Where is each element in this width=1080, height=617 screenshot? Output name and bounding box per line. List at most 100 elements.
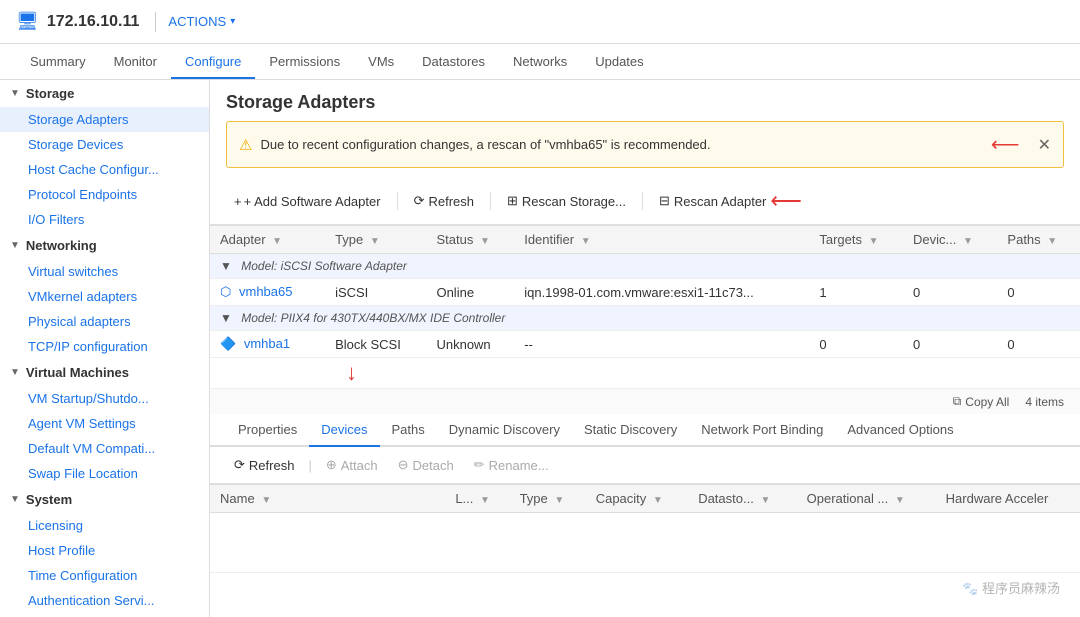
add-software-adapter-button[interactable]: + + Add Software Adapter xyxy=(226,190,389,213)
model-label-2: ▼ Model: PIIX4 for 430TX/440BX/MX IDE Co… xyxy=(210,306,1080,331)
sub-tab-dynamic-discovery[interactable]: Dynamic Discovery xyxy=(437,414,572,447)
tab-configure[interactable]: Configure xyxy=(171,46,255,79)
col-paths[interactable]: Paths ▼ xyxy=(997,226,1080,254)
identifier-cell: iqn.1998-01.com.vmware:esxi1-11c73... xyxy=(514,279,809,306)
empty-row xyxy=(210,513,1080,573)
sidebar-item-host-cache[interactable]: Host Cache Configur... xyxy=(0,157,209,182)
sidebar-item-host-profile[interactable]: Host Profile xyxy=(0,538,209,563)
devices-table-container[interactable]: Name ▼ L... ▼ Type ▼ Capacity ▼ Datasto.… xyxy=(210,484,1080,617)
sidebar-item-time-config[interactable]: Time Configuration xyxy=(0,563,209,588)
col-type[interactable]: Type ▼ xyxy=(325,226,426,254)
sidebar-item-agent-vm-settings[interactable]: Agent VM Settings xyxy=(0,411,209,436)
header: 🖥 172.16.10.11 ACTIONS ▾ xyxy=(0,0,1080,44)
sort-icon: ▼ xyxy=(261,495,271,506)
adapter-toolbar: + + Add Software Adapter ⟳ Refresh ⊞ Res… xyxy=(210,178,1080,225)
rescan-adapter-button[interactable]: ⊟ Rescan Adapter ⟵ xyxy=(651,184,810,218)
sidebar-item-physical-adapters[interactable]: Physical adapters xyxy=(0,309,209,334)
model-label: ▼ Model: iSCSI Software Adapter xyxy=(210,254,1080,279)
sidebar-item-io-filters[interactable]: I/O Filters xyxy=(0,207,209,232)
sidebar-item-virtual-switches[interactable]: Virtual switches xyxy=(0,259,209,284)
copy-all-button[interactable]: ⧉ Copy All xyxy=(953,394,1010,409)
sidebar-item-tcpip-config[interactable]: TCP/IP configuration xyxy=(0,334,209,359)
sidebar-item-default-vm-compat[interactable]: Default VM Compati... xyxy=(0,436,209,461)
tab-monitor[interactable]: Monitor xyxy=(100,46,171,79)
col-devices[interactable]: Devic... ▼ xyxy=(903,226,997,254)
col-targets[interactable]: Targets ▼ xyxy=(809,226,903,254)
sidebar-item-auth-services[interactable]: Authentication Servi... xyxy=(0,588,209,613)
dev-col-capacity[interactable]: Capacity ▼ xyxy=(586,485,688,513)
sub-tab-network-port-binding[interactable]: Network Port Binding xyxy=(689,414,835,447)
adapter-link[interactable]: vmhba1 xyxy=(244,336,290,351)
devices-refresh-button[interactable]: ⟳ Refresh xyxy=(226,453,302,477)
content-area: Storage Adapters ⚠ Due to recent configu… xyxy=(210,80,1080,617)
sidebar-item-vmkernel-adapters[interactable]: VMkernel adapters xyxy=(0,284,209,309)
arrow-icon: ▼ xyxy=(10,494,20,505)
model-group-row: ▼ Model: iSCSI Software Adapter xyxy=(210,254,1080,279)
table-row[interactable]: 🔷 vmhba1 Block SCSI Unknown -- 0 0 0 xyxy=(210,331,1080,358)
tab-vms[interactable]: VMs xyxy=(354,46,408,79)
targets-cell: 1 xyxy=(809,279,903,306)
rescan-storage-button[interactable]: ⊞ Rescan Storage... xyxy=(499,189,634,213)
sidebar-group-storage-header[interactable]: ▼ Storage xyxy=(0,80,209,107)
detach-icon: ⊖ xyxy=(398,457,409,473)
status-cell: Online xyxy=(426,279,514,306)
rescan-storage-icon: ⊞ xyxy=(507,193,518,209)
tab-updates[interactable]: Updates xyxy=(581,46,657,79)
down-arrow-icon: ↓ xyxy=(346,360,357,386)
attach-icon: ⊕ xyxy=(326,457,337,473)
table-row[interactable]: ⬡ vmhba65 iSCSI Online iqn.1998-01.com.v… xyxy=(210,279,1080,306)
sidebar-item-protocol-endpoints[interactable]: Protocol Endpoints xyxy=(0,182,209,207)
adapter-name-cell: 🔷 vmhba1 xyxy=(210,331,325,358)
adapter-name-cell: ⬡ vmhba65 xyxy=(210,279,325,306)
sidebar-group-system-header[interactable]: ▼ System xyxy=(0,486,209,513)
refresh-icon: ⟳ xyxy=(234,457,245,473)
dev-col-hardware-accel[interactable]: Hardware Acceler xyxy=(936,485,1080,513)
sidebar: ▼ Storage Storage Adapters Storage Devic… xyxy=(0,80,210,617)
col-status[interactable]: Status ▼ xyxy=(426,226,514,254)
tab-summary[interactable]: Summary xyxy=(16,46,100,79)
warning-close-button[interactable]: ✕ xyxy=(1038,135,1051,155)
sub-tab-advanced-options[interactable]: Advanced Options xyxy=(835,414,965,447)
sort-icon: ▼ xyxy=(869,236,879,247)
rename-button[interactable]: ✏ Rename... xyxy=(466,453,557,477)
tab-datastores[interactable]: Datastores xyxy=(408,46,499,79)
sidebar-item-swap-file[interactable]: Swap File Location xyxy=(0,461,209,486)
dev-col-type[interactable]: Type ▼ xyxy=(510,485,586,513)
sub-tab-paths[interactable]: Paths xyxy=(380,414,437,447)
plus-icon: + xyxy=(234,194,242,209)
rescan-adapter-icon: ⊟ xyxy=(659,193,670,209)
adapter-link[interactable]: vmhba65 xyxy=(239,284,292,299)
sort-icon: ▼ xyxy=(581,236,591,247)
host-icon: 🖥 xyxy=(16,11,39,32)
sidebar-item-vm-startup[interactable]: VM Startup/Shutdo... xyxy=(0,386,209,411)
sub-tab-devices[interactable]: Devices xyxy=(309,414,379,447)
attach-button[interactable]: ⊕ Attach xyxy=(318,453,386,477)
tab-networks[interactable]: Networks xyxy=(499,46,581,79)
sort-icon: ▼ xyxy=(895,495,905,506)
sidebar-item-licensing[interactable]: Licensing xyxy=(0,513,209,538)
sidebar-group-vms-header[interactable]: ▼ Virtual Machines xyxy=(0,359,209,386)
dev-col-operational[interactable]: Operational ... ▼ xyxy=(797,485,936,513)
tab-permissions[interactable]: Permissions xyxy=(255,46,354,79)
sidebar-item-storage-adapters[interactable]: Storage Adapters xyxy=(0,107,209,132)
sidebar-item-storage-devices[interactable]: Storage Devices xyxy=(0,132,209,157)
refresh-button[interactable]: ⟳ Refresh xyxy=(406,189,482,213)
sidebar-group-networking-header[interactable]: ▼ Networking xyxy=(0,232,209,259)
dev-col-lun[interactable]: L... ▼ xyxy=(445,485,509,513)
collapse-icon[interactable]: ▼ xyxy=(220,259,232,273)
dev-col-name[interactable]: Name ▼ xyxy=(210,485,445,513)
detach-button[interactable]: ⊖ Detach xyxy=(390,453,462,477)
col-adapter[interactable]: Adapter ▼ xyxy=(210,226,325,254)
col-identifier[interactable]: Identifier ▼ xyxy=(514,226,809,254)
sub-tab-static-discovery[interactable]: Static Discovery xyxy=(572,414,689,447)
rescan-adapter-arrow-icon: ⟵ xyxy=(770,188,802,214)
collapse-icon-2[interactable]: ▼ xyxy=(220,311,232,325)
chevron-down-icon: ▾ xyxy=(230,16,235,27)
table-header-row: Adapter ▼ Type ▼ Status ▼ Identifier ▼ T… xyxy=(210,226,1080,254)
sub-tab-properties[interactable]: Properties xyxy=(226,414,309,447)
actions-button[interactable]: ACTIONS ▾ xyxy=(168,14,235,29)
dev-col-datastore[interactable]: Datasto... ▼ xyxy=(688,485,796,513)
sidebar-item-certificate[interactable]: Certificate xyxy=(0,613,209,617)
adapter-table-scroll[interactable]: Adapter ▼ Type ▼ Status ▼ Identifier ▼ T… xyxy=(210,225,1080,358)
warning-text: Due to recent configuration changes, a r… xyxy=(260,137,980,152)
